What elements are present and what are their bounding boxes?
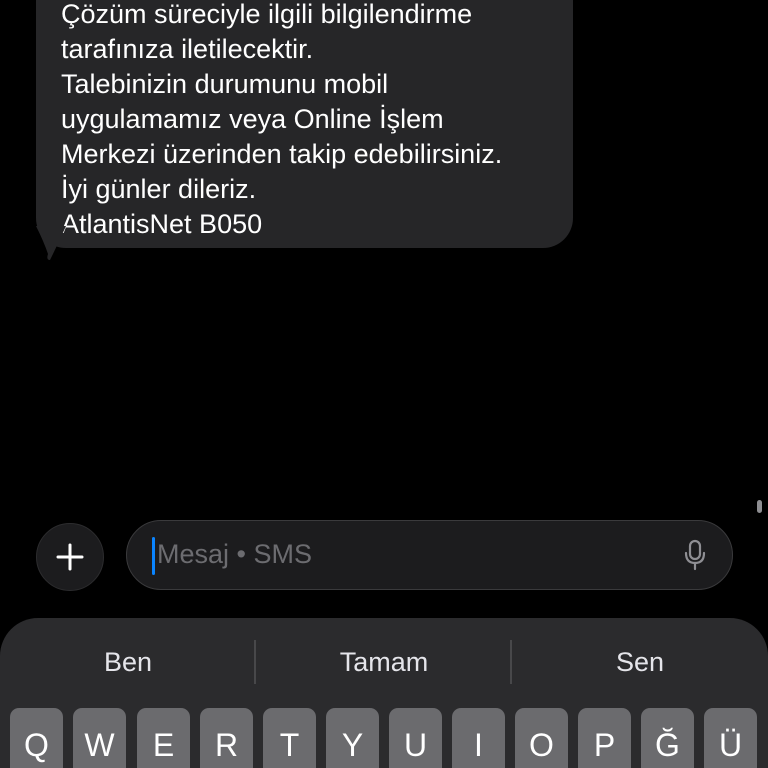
message-line: Talebinizin durumunu mobil: [61, 69, 389, 99]
received-message-bubble[interactable]: Çözüm süreciyle ilgili bilgilendirme tar…: [36, 0, 573, 248]
key-q[interactable]: Q: [10, 708, 63, 768]
suggestion-1[interactable]: Ben: [0, 618, 256, 706]
message-line: İyi günler dileriz.: [61, 174, 257, 204]
key-r[interactable]: R: [200, 708, 253, 768]
message-line: Merkezi üzerinden takip edebilirsiniz.: [61, 139, 503, 169]
key-y[interactable]: Y: [326, 708, 379, 768]
message-line: uygulamamız veya Online İşlem: [61, 104, 444, 134]
key-o[interactable]: O: [515, 708, 568, 768]
suggestion-2[interactable]: Tamam: [256, 618, 512, 706]
text-caret: [152, 537, 155, 575]
microphone-icon: [684, 539, 706, 571]
keyboard: Ben Tamam Sen Q W E R T Y U I O P Ğ Ü: [0, 618, 768, 768]
key-t[interactable]: T: [263, 708, 316, 768]
key-w[interactable]: W: [73, 708, 126, 768]
key-e[interactable]: E: [137, 708, 190, 768]
predictive-text-bar: Ben Tamam Sen: [0, 618, 768, 706]
plus-icon: [56, 543, 84, 571]
message-text: Çözüm süreciyle ilgili bilgilendirme tar…: [61, 0, 502, 242]
key-i[interactable]: I: [452, 708, 505, 768]
key-u-umlaut[interactable]: Ü: [704, 708, 757, 768]
suggestion-3[interactable]: Sen: [512, 618, 768, 706]
message-input-placeholder: Mesaj • SMS: [157, 539, 312, 569]
keyboard-row-1: Q W E R T Y U I O P Ğ Ü: [0, 708, 768, 768]
message-input[interactable]: Mesaj • SMS: [126, 520, 733, 590]
messages-screen: Çözüm süreciyle ilgili bilgilendirme tar…: [0, 0, 768, 768]
dictation-button[interactable]: [680, 538, 710, 572]
key-g-breve[interactable]: Ğ: [641, 708, 694, 768]
add-attachment-button[interactable]: [36, 523, 104, 591]
message-line: Çözüm süreciyle ilgili bilgilendirme: [61, 0, 473, 29]
scroll-indicator[interactable]: [757, 500, 762, 513]
message-line: tarafınıza iletilecektir.: [61, 34, 314, 64]
message-line: AtlantisNet B050: [61, 209, 263, 239]
bubble-tail: [36, 226, 66, 260]
key-u[interactable]: U: [389, 708, 442, 768]
key-p[interactable]: P: [578, 708, 631, 768]
